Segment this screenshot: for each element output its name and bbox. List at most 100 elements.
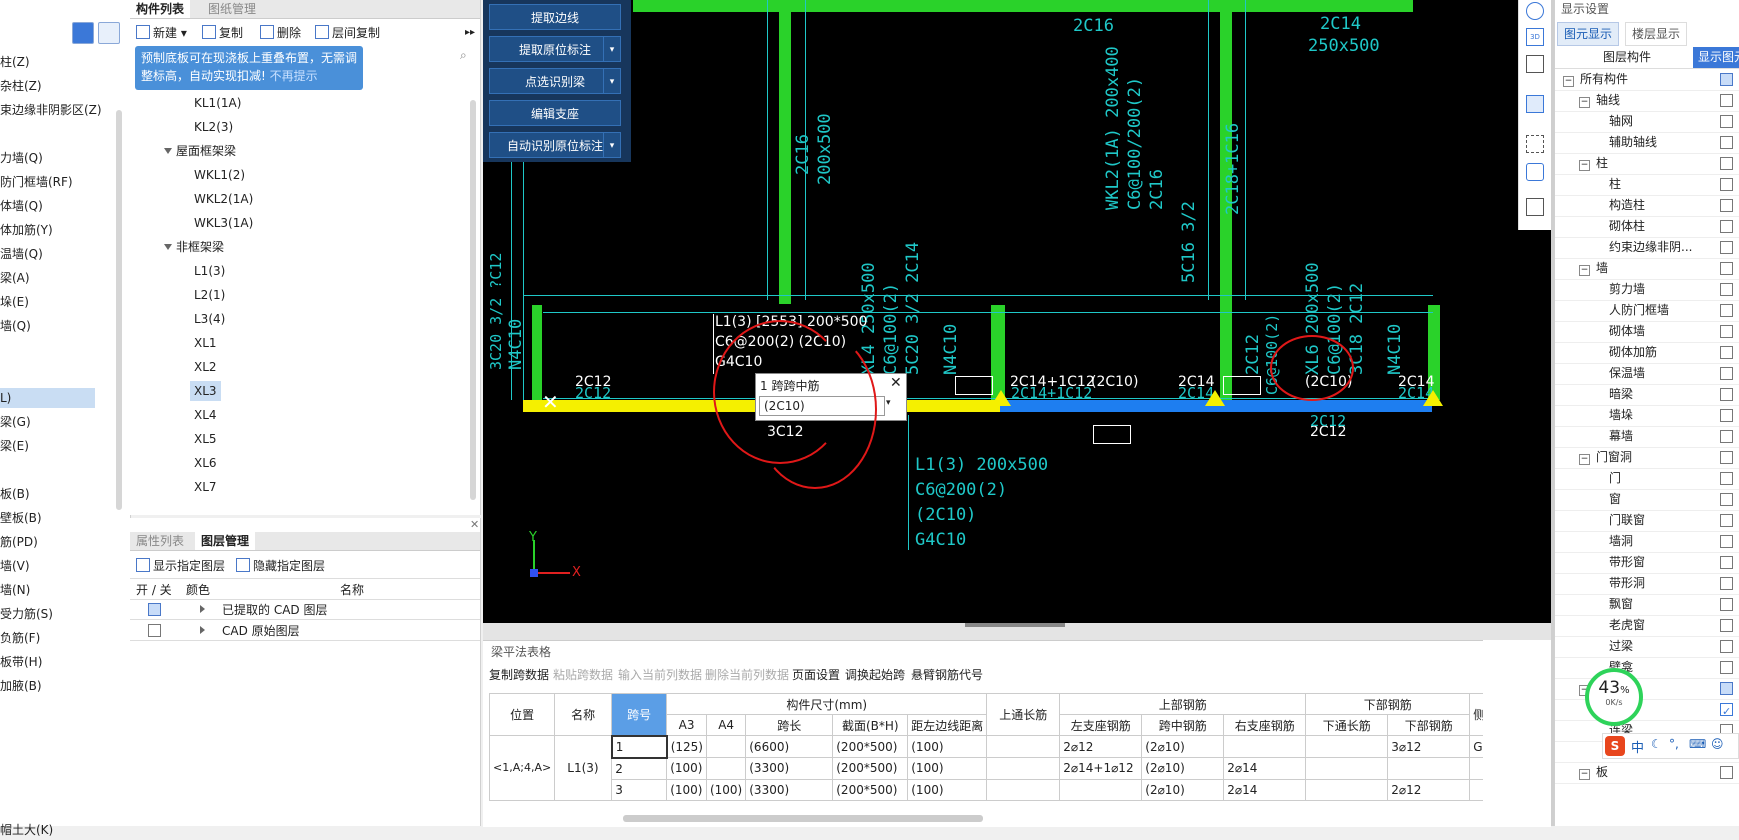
display-row[interactable]: 带形窗 bbox=[1555, 552, 1739, 574]
display-checkbox[interactable] bbox=[1720, 535, 1733, 548]
display-row[interactable]: − 所有构件 bbox=[1555, 69, 1739, 91]
display-row[interactable]: − 板 bbox=[1555, 762, 1739, 784]
grid-cell[interactable]: (2⌀10) bbox=[1141, 778, 1225, 801]
grid-cell[interactable] bbox=[1305, 778, 1389, 801]
display-checkbox[interactable] bbox=[1720, 388, 1733, 401]
display-row[interactable]: 保温墙 bbox=[1555, 363, 1739, 385]
strip-item[interactable]: 垛(E) bbox=[0, 292, 118, 312]
display-checkbox[interactable] bbox=[1720, 178, 1733, 191]
tree-item[interactable]: KL2(3) bbox=[194, 117, 233, 137]
display-row[interactable]: 墙洞 bbox=[1555, 531, 1739, 553]
display-row[interactable]: 带形洞 bbox=[1555, 573, 1739, 595]
hide-layer-button[interactable]: 隐藏指定图层 bbox=[236, 556, 325, 576]
show-layer-button[interactable]: 显示指定图层 bbox=[136, 556, 225, 576]
dropdown-arrow-icon[interactable]: ▾ bbox=[603, 133, 620, 157]
grid-cell[interactable]: 2 bbox=[611, 757, 668, 780]
support-triangle-icon[interactable] bbox=[1423, 390, 1443, 406]
settings-view-icon[interactable] bbox=[1526, 198, 1544, 216]
ime-toolbar[interactable]: S 中 ☾ °, ⌨ ☺ bbox=[1602, 733, 1739, 759]
search-icon[interactable]: ⌕ bbox=[460, 48, 467, 63]
display-checkbox[interactable] bbox=[1720, 556, 1733, 569]
grid-cell[interactable]: (2⌀10) bbox=[1141, 735, 1225, 758]
display-checkbox[interactable] bbox=[1720, 283, 1733, 296]
strip-item[interactable]: 梁(E) bbox=[0, 436, 118, 456]
grid-cell[interactable]: (6600) bbox=[745, 735, 834, 758]
display-row[interactable]: 约束边缘非阴... bbox=[1555, 237, 1739, 259]
display-row[interactable]: 梁 bbox=[1555, 699, 1739, 722]
strip-item[interactable]: 受力筋(S) bbox=[0, 604, 118, 624]
grid-cell[interactable]: 2⌀12 bbox=[1387, 778, 1471, 801]
display-checkbox[interactable] bbox=[1720, 451, 1733, 464]
strip-item[interactable]: 力墙(Q) bbox=[0, 148, 118, 168]
support-triangle-icon[interactable] bbox=[1205, 390, 1225, 406]
tree-item[interactable]: XL4 bbox=[194, 405, 217, 425]
grid-cell[interactable] bbox=[1305, 757, 1389, 780]
layer-row[interactable]: 已提取的 CAD 图层 bbox=[130, 599, 480, 620]
display-checkbox[interactable] bbox=[1720, 346, 1733, 359]
expand-icon[interactable] bbox=[164, 244, 172, 250]
grid-cell[interactable]: 2⌀14+1⌀12 bbox=[1059, 757, 1143, 780]
grid-cell[interactable]: (200*500) bbox=[832, 757, 909, 780]
fit-view-icon[interactable] bbox=[1526, 135, 1544, 153]
grid-cell[interactable]: (100) bbox=[907, 735, 988, 758]
collapse-icon[interactable]: − bbox=[1579, 265, 1590, 276]
grid-cell[interactable]: (100) bbox=[907, 757, 988, 780]
keyboard-icon[interactable]: ⌨ bbox=[1689, 737, 1706, 751]
strip-item[interactable]: 板带(H) bbox=[0, 652, 118, 672]
strip-item[interactable]: 柱(Z) bbox=[0, 52, 118, 72]
strip-item[interactable]: 梁(G) bbox=[0, 412, 118, 432]
strip-item[interactable]: 体墙(Q) bbox=[0, 196, 118, 216]
grid-cell[interactable] bbox=[705, 735, 747, 758]
grid-cell[interactable]: 2⌀12 bbox=[1059, 735, 1143, 758]
close-panel-icon[interactable]: ✕ bbox=[470, 518, 479, 531]
strip-item[interactable]: 帽土大(K) bbox=[0, 820, 118, 840]
display-checkbox[interactable] bbox=[1720, 220, 1733, 233]
tab-drawing-manage[interactable]: 图纸管理 bbox=[202, 0, 262, 18]
display-icon[interactable] bbox=[1526, 163, 1544, 181]
display-checkbox[interactable] bbox=[1720, 661, 1733, 674]
display-row[interactable]: 墙垛 bbox=[1555, 405, 1739, 427]
tab-floor-display[interactable]: 楼层显示 bbox=[1625, 22, 1688, 46]
tree-item[interactable]: L1(3) bbox=[194, 261, 225, 281]
close-icon[interactable]: ✕ bbox=[890, 375, 902, 391]
grid-cell[interactable] bbox=[705, 757, 747, 780]
dropdown-arrow-icon[interactable]: ▾ bbox=[603, 69, 620, 93]
display-row[interactable]: 柱 bbox=[1555, 174, 1739, 196]
annotation-box[interactable] bbox=[1093, 425, 1131, 444]
delete-button[interactable]: 删除 bbox=[260, 23, 301, 43]
strip-item[interactable]: 墙(Q) bbox=[0, 316, 118, 336]
strip-item[interactable]: 负筋(F) bbox=[0, 628, 118, 648]
beam-annotation[interactable]: (2C10) bbox=[1091, 374, 1138, 390]
display-checkbox[interactable] bbox=[1720, 94, 1733, 107]
extract-edge-button[interactable]: 提取边线 bbox=[489, 4, 621, 30]
tree-item[interactable]: XL7 bbox=[194, 477, 217, 497]
table-row[interactable]: 3 (100) (100) (3300) (200*500) (100) (2⌀10) 2⌀1… bbox=[490, 778, 1502, 801]
display-checkbox[interactable] bbox=[1720, 598, 1733, 611]
tab-component-list[interactable]: 构件列表 bbox=[130, 0, 191, 18]
display-row[interactable]: −梁 bbox=[1555, 678, 1739, 700]
splitter-handle[interactable] bbox=[965, 623, 1065, 627]
display-checkbox[interactable] bbox=[1720, 367, 1733, 380]
support-marker-icon[interactable]: ✕ bbox=[542, 392, 559, 412]
orbit-icon[interactable] bbox=[1526, 2, 1544, 20]
user-icon[interactable]: ☺ bbox=[1711, 737, 1724, 751]
left-strip-scrollbar[interactable] bbox=[116, 110, 122, 510]
display-row[interactable]: 老虎窗 bbox=[1555, 615, 1739, 637]
tree-item[interactable]: L2(1) bbox=[194, 285, 225, 305]
network-speed-badge[interactable]: 43% 0K/s bbox=[1585, 668, 1643, 726]
display-checkbox[interactable] bbox=[1720, 577, 1733, 590]
tree-item[interactable]: WKL3(1A) bbox=[194, 213, 253, 233]
floor-copy-button[interactable]: 层间复制 bbox=[315, 23, 380, 43]
copy-button[interactable]: 复制 bbox=[202, 23, 243, 43]
tree-item[interactable]: WKL2(1A) bbox=[194, 189, 253, 209]
display-row[interactable]: 砌体柱 bbox=[1555, 216, 1739, 238]
tree-item[interactable]: XL3 bbox=[190, 381, 221, 401]
collapse-icon[interactable]: − bbox=[1579, 454, 1590, 465]
grid-toolbar-button[interactable]: 删除当前列数据 bbox=[705, 666, 789, 683]
grid-cell[interactable]: (100) bbox=[705, 778, 747, 801]
chevron-down-icon[interactable]: ▾ bbox=[886, 398, 891, 408]
strip-item[interactable]: 壁板(B) bbox=[0, 508, 118, 528]
grid-cell[interactable]: 1 bbox=[610, 734, 668, 759]
tab-property-list[interactable]: 属性列表 bbox=[130, 532, 190, 550]
tree-item[interactable]: XL6 bbox=[194, 453, 217, 473]
